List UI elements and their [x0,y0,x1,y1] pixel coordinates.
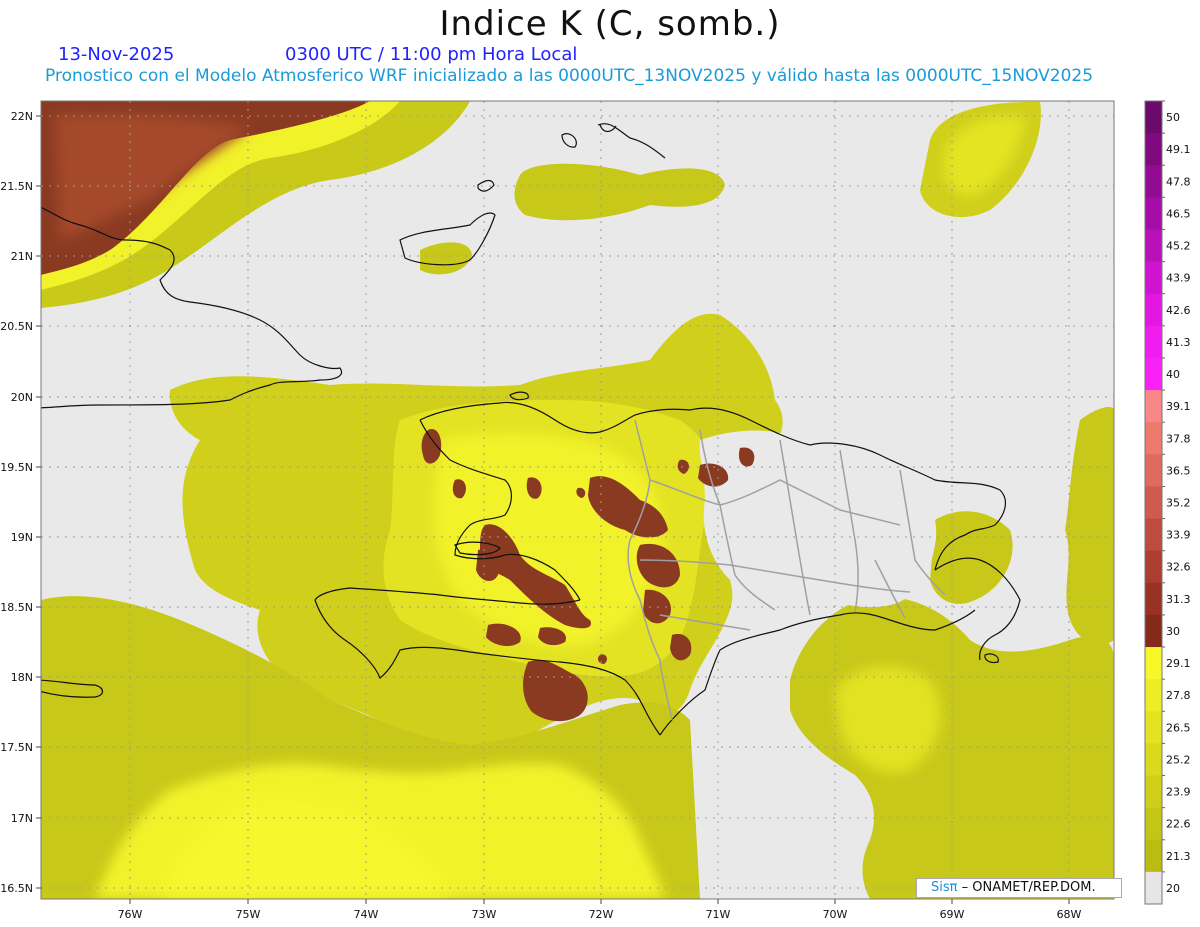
colorbar-label: 37.8 [1166,432,1191,445]
colorbar-label: 20 [1166,882,1180,895]
colorbar-swatch [1145,486,1162,520]
colorbar-swatch [1145,229,1162,263]
colorbar-swatch [1145,454,1162,487]
colorbar-swatch [1145,518,1162,552]
lat-label-21n: 21N [11,250,33,263]
colorbar-label: 22.6 [1166,818,1191,831]
colorbar-swatch [1145,390,1162,423]
lon-label-73w: 73W [472,908,497,921]
colorbar-label: 30 [1166,625,1180,638]
colorbar-swatch [1145,422,1162,455]
colorbar: 50 49.1 47.8 46.5 45.2 43.9 42.6 41.3 40 39.1 37.8… [1144,100,1191,905]
colorbar-label: 26.5 [1166,721,1191,734]
lon-label-76w: 76W [118,908,143,921]
colorbar-swatch [1145,197,1162,230]
colorbar-label: 49.1 [1166,143,1191,156]
colorbar-swatch [1145,743,1162,777]
colorbar-label: 29.1 [1166,657,1191,670]
lon-label-69w: 69W [940,908,965,921]
colorbar-label: 50 [1166,111,1180,124]
colorbar-swatch [1145,614,1162,648]
colorbar-swatch [1145,679,1162,712]
lon-label-70w: 70W [823,908,848,921]
lat-label-19n: 19N [11,531,33,544]
colorbar-label: 46.5 [1166,207,1191,220]
cuba-coast-east [41,640,42,642]
latitude-axis: 22N 21.5N 21N 20.5N 20N 19.5N 19N 18.5N … [0,110,41,895]
credit-box: Sisπ – ONAMET/REP.DOM. [916,878,1122,898]
colorbar-label: 42.6 [1166,304,1191,317]
colorbar-label: 36.5 [1166,464,1191,477]
lon-label-74w: 74W [354,908,379,921]
colorbar-label: 35.2 [1166,497,1191,510]
lon-label-75w: 75W [236,908,261,921]
lon-label-72w: 72W [589,908,614,921]
colorbar-swatch [1145,839,1162,873]
lat-label-19-5n: 19.5N [0,461,33,474]
lat-label-17n: 17N [11,812,33,825]
colorbar-label: 33.9 [1166,529,1191,542]
lat-label-18n: 18N [11,671,33,684]
lat-label-22n: 22N [11,110,33,123]
colorbar-label: 47.8 [1166,175,1191,188]
colorbar-swatch [1145,293,1162,327]
colorbar-swatch [1145,550,1162,584]
colorbar-label: 40 [1166,368,1180,381]
lat-label-20-5n: 20.5N [0,320,33,333]
colorbar-label: 31.3 [1166,593,1191,606]
credit-brand: Sisπ [931,880,958,895]
colorbar-swatch [1145,133,1162,166]
map-figure: 22N 21.5N 21N 20.5N 20N 19.5N 19N 18.5N … [0,100,1191,921]
colorbar-swatch [1145,871,1162,905]
colorbar-swatch [1145,261,1162,295]
colorbar-swatch [1145,101,1162,134]
lon-label-71w: 71W [706,908,731,921]
colorbar-labels: 50 49.1 47.8 46.5 45.2 43.9 42.6 41.3 40 39.1 37.8… [1162,100,1191,895]
lat-label-18-5n: 18.5N [0,601,33,614]
colorbar-swatch [1145,325,1162,359]
colorbar-label: 41.3 [1166,336,1191,349]
credit-rest: – ONAMET/REP.DOM. [957,880,1096,895]
colorbar-label: 39.1 [1166,400,1191,413]
colorbar-swatch [1145,775,1162,809]
colorbar-label: 23.9 [1166,786,1191,799]
colorbar-swatch [1145,357,1162,391]
lon-label-68w: 68W [1057,908,1082,921]
colorbar-swatch [1145,165,1162,198]
colorbar-label: 21.3 [1166,850,1191,863]
colorbar-label: 45.2 [1166,240,1191,253]
colorbar-swatch [1145,807,1162,841]
lat-label-21-5n: 21.5N [0,180,33,193]
colorbar-swatch [1145,711,1162,744]
lat-label-20n: 20N [11,391,33,404]
colorbar-label: 43.9 [1166,272,1191,285]
longitude-axis: 76W 75W 74W 73W 72W 71W 70W 69W 68W [118,899,1082,921]
colorbar-label: 25.2 [1166,753,1191,766]
lat-label-17-5n: 17.5N [0,741,33,754]
colorbar-swatch [1145,582,1162,616]
colorbar-label: 27.8 [1166,689,1191,702]
lat-label-16-5n: 16.5N [0,882,33,895]
colorbar-label: 32.6 [1166,561,1191,574]
colorbar-swatch [1145,647,1162,680]
colorbar-swatches [1145,101,1162,905]
